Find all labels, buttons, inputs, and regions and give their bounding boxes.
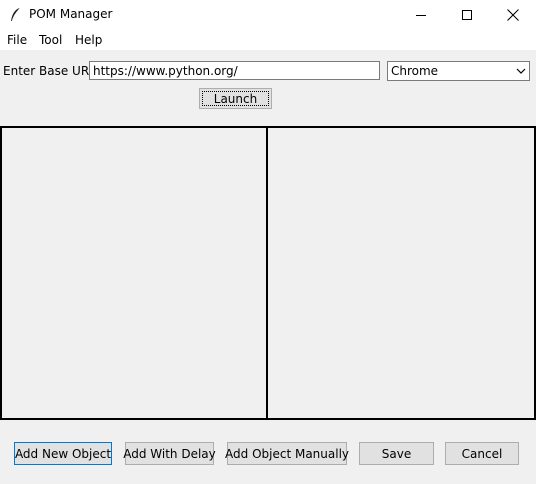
right-panel[interactable] [266,126,536,420]
menu-help[interactable]: Help [75,33,102,47]
close-icon [507,9,519,21]
focus-ring [202,91,269,106]
chevron-down-icon [516,67,526,75]
minimize-icon [416,10,426,20]
save-button-label: Save [381,446,412,461]
left-panel[interactable] [0,126,268,420]
save-button[interactable]: Save [359,442,434,465]
add-object-manually-button[interactable]: Add Object Manually [225,442,349,465]
menu-bar: File Tool Help [0,30,536,50]
add-new-object-button[interactable]: Add New Object [14,442,112,465]
base-url-input[interactable] [89,61,380,80]
add-with-delay-button[interactable]: Add With Delay [123,442,216,465]
browser-select[interactable]: Chrome [387,61,530,81]
cancel-button[interactable]: Cancel [445,442,519,465]
feather-icon [8,7,22,23]
add-new-object-label: Add New Object [14,446,112,461]
minimize-button[interactable] [398,0,444,30]
add-object-manually-label: Add Object Manually [225,446,349,461]
window-title: POM Manager [29,7,113,21]
launch-button[interactable]: Launch [199,88,272,109]
maximize-icon [462,10,472,20]
add-with-delay-label: Add With Delay [123,446,216,461]
menu-tool[interactable]: Tool [39,33,62,47]
close-button[interactable] [490,0,536,30]
title-bar: POM Manager [0,0,536,30]
maximize-button[interactable] [444,0,490,30]
browser-select-value: Chrome [391,64,439,78]
menu-file[interactable]: File [7,33,27,47]
cancel-button-label: Cancel [461,446,503,461]
